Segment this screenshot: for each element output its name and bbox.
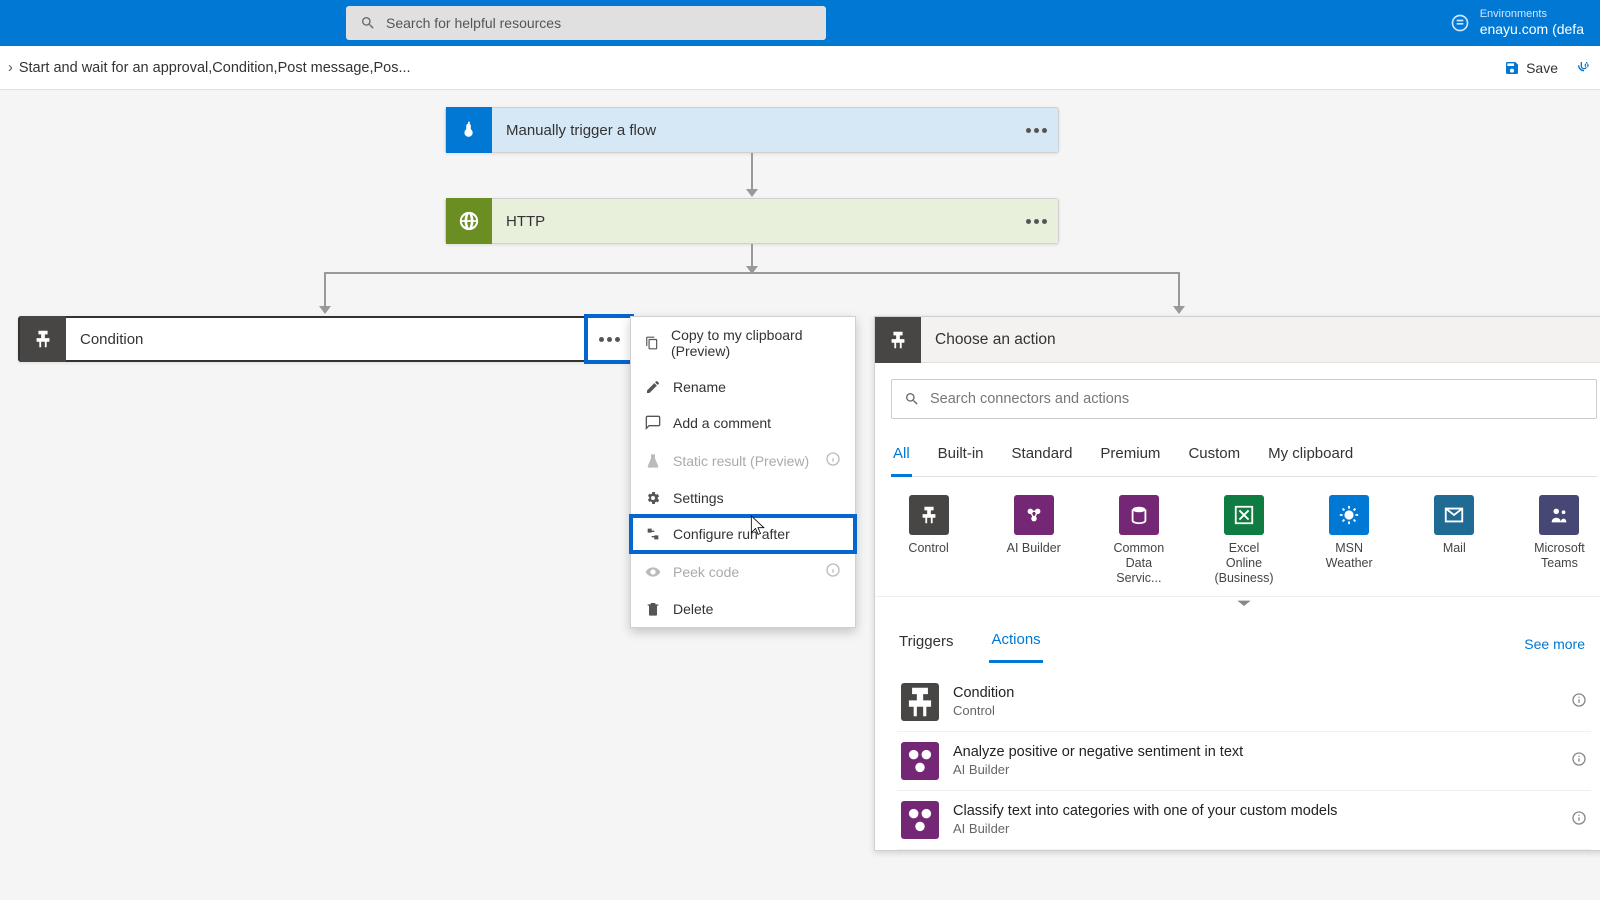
- menu-copy[interactable]: Copy to my clipboard (Preview): [631, 317, 855, 369]
- menu-comment[interactable]: Add a comment: [631, 405, 855, 441]
- menu-peek-code: Peek code: [631, 552, 855, 591]
- trash-icon: [645, 601, 661, 617]
- flow-arrow: [751, 244, 753, 272]
- connector-teams[interactable]: Microsoft Teams: [1526, 495, 1593, 586]
- global-search[interactable]: Search for helpful resources: [346, 6, 826, 40]
- menu-static-result: Static result (Preview): [631, 441, 855, 480]
- connector-ai-builder[interactable]: AI Builder: [1000, 495, 1067, 586]
- connector-control[interactable]: Control: [895, 495, 962, 586]
- stethoscope-icon: [1576, 60, 1592, 76]
- connector-search[interactable]: Search connectors and actions: [891, 379, 1597, 419]
- save-button[interactable]: Save: [1504, 60, 1558, 76]
- menu-rename[interactable]: Rename: [631, 369, 855, 405]
- info-button[interactable]: [1571, 692, 1587, 713]
- choose-icon: [875, 317, 921, 363]
- breadcrumb: › Start and wait for an approval,Conditi…: [8, 60, 411, 76]
- trigger-menu-button[interactable]: [1014, 108, 1058, 152]
- search-placeholder: Search for helpful resources: [386, 15, 561, 31]
- connector-weather[interactable]: MSN Weather: [1316, 495, 1383, 586]
- choose-action-panel: Choose an action Search connectors and a…: [874, 316, 1600, 851]
- flow-arrow: [751, 153, 753, 195]
- http-title: HTTP: [492, 213, 1014, 230]
- tab-premium[interactable]: Premium: [1098, 437, 1162, 476]
- http-icon: [446, 198, 492, 244]
- tab-standard[interactable]: Standard: [1010, 437, 1075, 476]
- tab-clipboard[interactable]: My clipboard: [1266, 437, 1355, 476]
- comment-icon: [645, 415, 661, 431]
- copy-icon: [645, 335, 659, 351]
- flow-icon: [645, 526, 661, 542]
- action-classify[interactable]: Classify text into categories with one o…: [897, 791, 1591, 850]
- mouse-cursor: [748, 514, 768, 538]
- tab-actions[interactable]: Actions: [989, 625, 1042, 663]
- save-icon: [1504, 60, 1520, 76]
- environment-icon: [1450, 13, 1470, 33]
- flow-split: [324, 272, 1180, 314]
- connector-search-placeholder: Search connectors and actions: [930, 391, 1129, 407]
- condition-menu-button[interactable]: [587, 317, 631, 361]
- search-icon: [360, 15, 376, 31]
- env-value: enayu.com (defa: [1480, 21, 1584, 38]
- menu-settings[interactable]: Settings: [631, 480, 855, 516]
- flow-checker-button[interactable]: [1576, 60, 1592, 76]
- connector-cds[interactable]: Common Data Servic...: [1105, 495, 1172, 586]
- env-label: Environments: [1480, 8, 1584, 21]
- info-button[interactable]: [1571, 751, 1587, 772]
- tab-custom[interactable]: Custom: [1186, 437, 1242, 476]
- http-card[interactable]: HTTP: [445, 198, 1059, 244]
- condition-title: Condition: [66, 331, 587, 348]
- info-button[interactable]: [1571, 810, 1587, 831]
- condition-card[interactable]: Condition: [18, 316, 633, 362]
- connector-excel[interactable]: Excel Online (Business): [1210, 495, 1277, 586]
- search-icon: [904, 391, 920, 407]
- flask-icon: [645, 453, 661, 469]
- gear-icon: [645, 490, 661, 506]
- trigger-icon: [446, 107, 492, 153]
- trigger-card[interactable]: Manually trigger a flow: [445, 107, 1059, 153]
- chevron-right-icon: ›: [8, 60, 13, 76]
- environment-picker[interactable]: Environments enayu.com (defa: [1450, 8, 1584, 38]
- tab-builtin[interactable]: Built-in: [936, 437, 986, 476]
- action-condition[interactable]: ConditionControl: [897, 673, 1591, 732]
- menu-delete[interactable]: Delete: [631, 591, 855, 627]
- condition-icon: [20, 316, 66, 362]
- tab-triggers[interactable]: Triggers: [897, 627, 955, 662]
- tab-all[interactable]: All: [891, 437, 912, 477]
- edit-icon: [645, 379, 661, 395]
- trigger-title: Manually trigger a flow: [492, 122, 1014, 139]
- connector-mail[interactable]: Mail: [1421, 495, 1488, 586]
- http-menu-button[interactable]: [1014, 199, 1058, 243]
- chevron-down-icon: [1236, 599, 1252, 609]
- context-menu: Copy to my clipboard (Preview) Rename Ad…: [630, 316, 856, 628]
- connector-grid: Control AI Builder Common Data Servic...…: [891, 477, 1597, 596]
- category-tabs: All Built-in Standard Premium Custom My …: [891, 437, 1597, 477]
- action-sentiment[interactable]: Analyze positive or negative sentiment i…: [897, 732, 1591, 791]
- expand-connectors[interactable]: [875, 596, 1600, 611]
- menu-configure-run-after[interactable]: Configure run after: [631, 516, 855, 552]
- eye-icon: [645, 564, 661, 580]
- info-icon: [825, 451, 841, 467]
- choose-title: Choose an action: [921, 331, 1600, 349]
- info-icon: [825, 562, 841, 578]
- see-more-link[interactable]: See more: [1524, 636, 1591, 652]
